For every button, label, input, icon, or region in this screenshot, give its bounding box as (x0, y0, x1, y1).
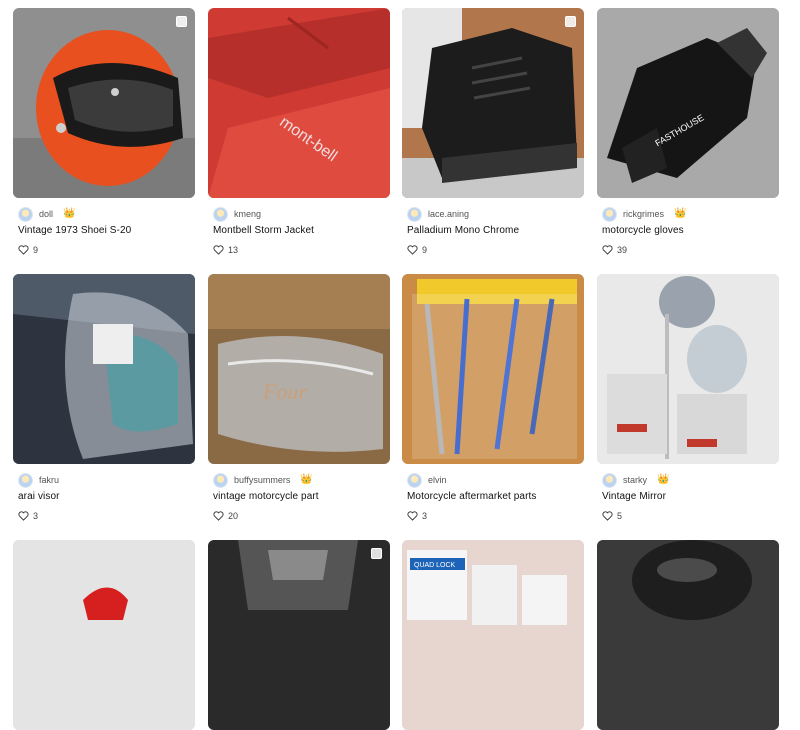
avatar[interactable] (213, 206, 228, 222)
listing-image[interactable] (402, 274, 584, 464)
listing-image[interactable]: QUAD LOCK (402, 540, 584, 730)
listing-image[interactable] (13, 540, 195, 730)
listing-image[interactable] (208, 540, 390, 730)
like-count: 3 (422, 511, 428, 521)
brand-logo-text: QUAD LOCK (414, 562, 456, 569)
like-count: 9 (422, 245, 428, 255)
like-button[interactable]: 3 (407, 511, 427, 521)
seller-username[interactable]: fakru (39, 475, 59, 485)
avatar[interactable] (213, 472, 228, 488)
avatar[interactable] (602, 206, 617, 222)
like-count: 13 (228, 245, 239, 255)
avatar[interactable] (407, 472, 422, 488)
like-button[interactable]: 5 (602, 511, 622, 521)
heart-outline-icon (602, 511, 613, 521)
like-count: 39 (617, 245, 628, 255)
seller-info[interactable]: fakru (18, 472, 59, 488)
seller-info[interactable]: doll 👑 (18, 206, 76, 222)
listing-image[interactable] (13, 8, 195, 198)
listing-image[interactable] (402, 8, 584, 198)
like-count: 3 (33, 511, 39, 521)
avatar[interactable] (18, 206, 33, 222)
emblem-text: Four (262, 379, 307, 404)
crown-badge-icon: 👑 (63, 208, 76, 219)
like-count: 9 (33, 245, 39, 255)
like-button[interactable]: 20 (213, 511, 238, 521)
select-checkbox[interactable] (176, 16, 187, 27)
like-count: 5 (617, 511, 623, 521)
seller-info[interactable]: lace.aning (407, 206, 469, 222)
listing-image[interactable]: FASTHOUSE (597, 8, 779, 198)
like-button[interactable]: 13 (213, 245, 238, 255)
seller-info[interactable]: elvin (407, 472, 447, 488)
heart-outline-icon (602, 245, 613, 255)
heart-outline-icon (18, 511, 29, 521)
listing-image[interactable]: mont-bell (208, 8, 390, 198)
heart-outline-icon (213, 245, 224, 255)
select-checkbox[interactable] (371, 548, 382, 559)
seller-username[interactable]: rickgrimes (623, 209, 664, 219)
listing-title[interactable]: Motorcycle aftermarket parts (407, 491, 537, 502)
listing-title[interactable]: Vintage Mirror (602, 491, 666, 502)
listing-title[interactable]: vintage motorcycle part (213, 491, 319, 502)
listing-title[interactable]: Palladium Mono Chrome (407, 225, 519, 236)
seller-username[interactable]: elvin (428, 475, 447, 485)
crown-badge-icon: 👑 (300, 474, 313, 485)
seller-username[interactable]: doll (39, 209, 53, 219)
seller-username[interactable]: starky (623, 475, 647, 485)
seller-info[interactable]: buffysummers 👑 (213, 472, 313, 488)
avatar[interactable] (18, 472, 33, 488)
listing-title[interactable]: Montbell Storm Jacket (213, 225, 314, 236)
avatar[interactable] (407, 206, 422, 222)
like-button[interactable]: 3 (18, 511, 38, 521)
listing-image[interactable] (597, 540, 779, 730)
like-button[interactable]: 9 (407, 245, 427, 255)
seller-info[interactable]: rickgrimes 👑 (602, 206, 687, 222)
crown-badge-icon: 👑 (674, 208, 687, 219)
seller-info[interactable]: kmeng (213, 206, 261, 222)
listing-grid: doll 👑 Vintage 1973 Shoei S-20 9 mont-be… (0, 0, 800, 730)
listing-image[interactable] (597, 274, 779, 464)
heart-outline-icon (18, 245, 29, 255)
seller-username[interactable]: kmeng (234, 209, 261, 219)
seller-username[interactable]: buffysummers (234, 475, 290, 485)
like-count: 20 (228, 511, 239, 521)
listing-image[interactable] (13, 274, 195, 464)
like-button[interactable]: 39 (602, 245, 627, 255)
select-checkbox[interactable] (565, 16, 576, 27)
heart-outline-icon (407, 511, 418, 521)
listing-title[interactable]: Vintage 1973 Shoei S-20 (18, 225, 131, 236)
seller-info[interactable]: starky 👑 (602, 472, 670, 488)
listing-title[interactable]: arai visor (18, 491, 60, 502)
seller-username[interactable]: lace.aning (428, 209, 469, 219)
avatar[interactable] (602, 472, 617, 488)
listing-image[interactable]: Four (208, 274, 390, 464)
crown-badge-icon: 👑 (657, 474, 670, 485)
like-button[interactable]: 9 (18, 245, 38, 255)
listing-title[interactable]: motorcycle gloves (602, 225, 684, 236)
heart-outline-icon (213, 511, 224, 521)
heart-outline-icon (407, 245, 418, 255)
